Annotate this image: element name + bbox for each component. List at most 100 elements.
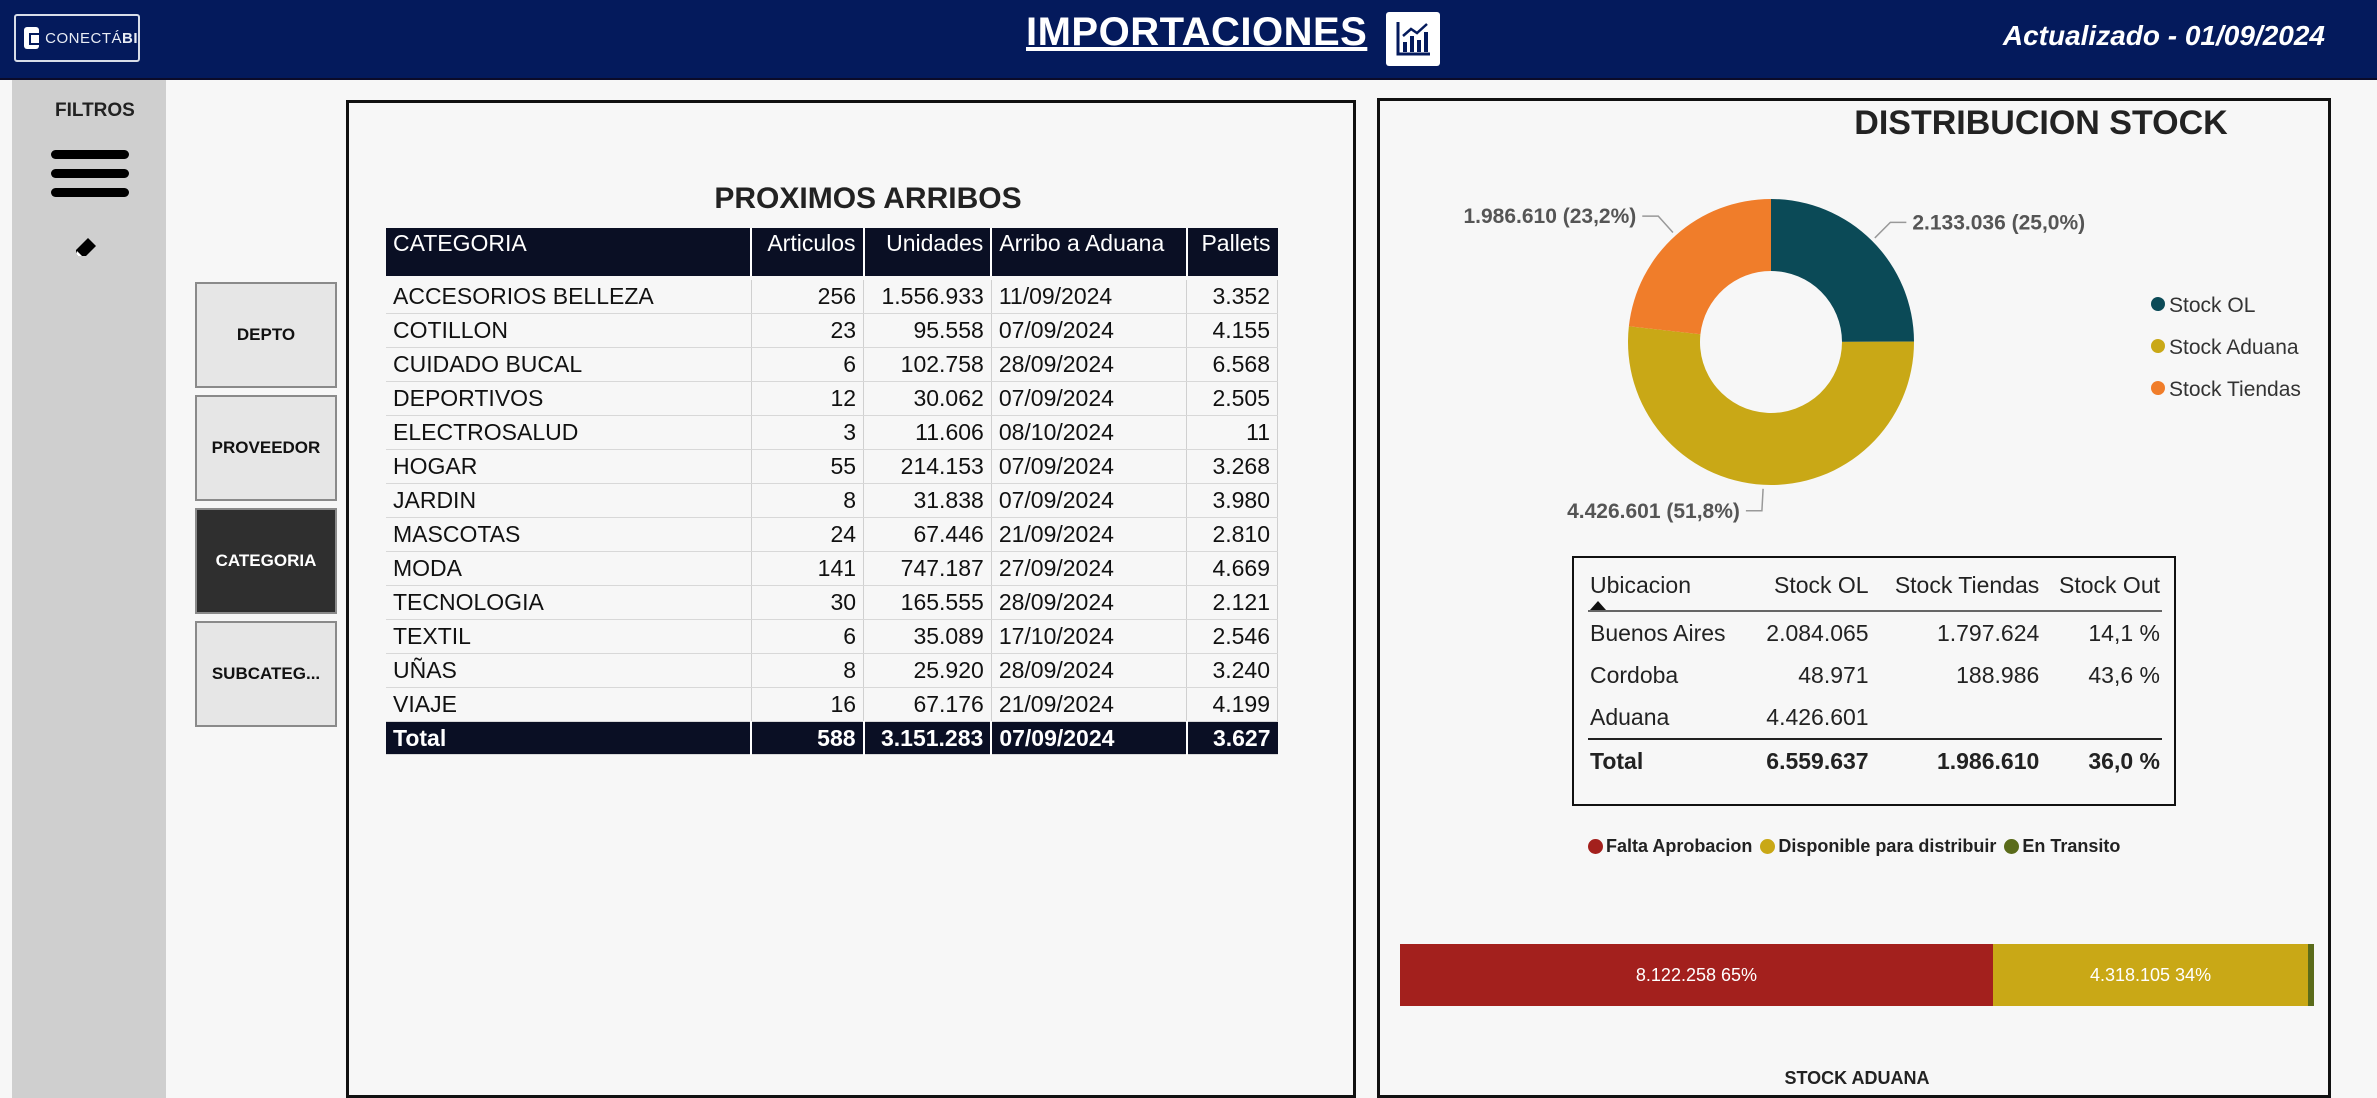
legend-item[interactable]: Falta Aprobacion: [1588, 836, 1752, 857]
cell-categoria: VIAJE: [386, 687, 752, 722]
table-row[interactable]: TEXTIL 6 35.089 17/10/2024 2.546: [386, 619, 1278, 654]
total-pallets: 3.627: [1186, 721, 1278, 755]
donut-slice-stock-aduana[interactable]: [1628, 326, 1914, 486]
cell-arribo: 07/09/2024: [991, 483, 1188, 518]
table-header-row: Ubicacion Stock OL Stock Tiendas Stock O…: [1588, 572, 2162, 612]
page-title: IMPORTACIONES: [1026, 10, 1368, 54]
chart-report-icon: [1386, 12, 1440, 66]
cell-categoria: JARDIN: [386, 483, 752, 518]
column-header-stock-tiendas[interactable]: Stock Tiendas: [1870, 572, 2042, 612]
cell-arribo: 07/09/2024: [991, 449, 1188, 484]
cell-stock-tiendas: [1871, 696, 2042, 739]
legend-swatch: [2151, 297, 2165, 311]
total-unidades: 3.151.283: [863, 721, 993, 755]
table-row[interactable]: COTILLON 23 95.558 07/09/2024 4.155: [386, 313, 1278, 348]
filter-button-categoria[interactable]: CATEGORIA: [195, 508, 337, 614]
bar-segment-en-transito[interactable]: [2308, 944, 2314, 1006]
cell-pallets: 2.121: [1186, 585, 1278, 620]
cell-unidades: 95.558: [863, 313, 992, 348]
logo-text: CONECTÁ: [45, 29, 122, 47]
column-header-categoria[interactable]: CATEGORIA: [386, 228, 752, 276]
cell-unidades: 30.062: [863, 381, 992, 416]
cell-ubicacion: Aduana: [1590, 703, 1670, 730]
column-header-unidades[interactable]: Unidades: [863, 228, 993, 276]
donut-data-label: 1.986.610 (23,2%): [1463, 205, 1636, 228]
table-row[interactable]: CUIDADO BUCAL 6 102.758 28/09/2024 6.568: [386, 347, 1278, 382]
table-row[interactable]: UÑAS 8 25.920 28/09/2024 3.240: [386, 653, 1278, 688]
cell-unidades: 25.920: [863, 653, 992, 688]
donut-leader-line: [1745, 488, 1764, 512]
legend-swatch: [2151, 381, 2165, 395]
cell-articulos: 23: [751, 313, 865, 348]
stock-donut-chart: 2.133.036 (25,0%) 4.426.601 (51,8%) 1.986.…: [1463, 199, 2301, 523]
filter-button-proveedor[interactable]: PROVEEDOR: [195, 395, 337, 501]
cell-arribo: 28/09/2024: [991, 347, 1188, 382]
cell-pallets: 2.546: [1186, 619, 1278, 654]
filter-button-depto[interactable]: DEPTO: [195, 282, 337, 388]
stock-aduana-legend: Falta Aprobacion Disponible para distribu…: [1588, 836, 2120, 857]
cell-articulos: 141: [751, 551, 865, 586]
column-header-stock-ol[interactable]: Stock OL: [1748, 572, 1871, 612]
table-row[interactable]: JARDIN 8 31.838 07/09/2024 3.980: [386, 483, 1278, 518]
table-row[interactable]: Aduana 4.426.601: [1588, 696, 2162, 739]
table-row[interactable]: Cordoba 48.971 188.986 43,6 %: [1588, 654, 2162, 696]
total-stock-tiendas: 1.986.610: [1870, 738, 2042, 782]
cell-stock-out: 14,1 %: [2088, 619, 2160, 646]
legend-swatch: [2151, 339, 2165, 353]
filters-label: FILTROS: [55, 100, 135, 121]
legend-item[interactable]: Stock Tiendas: [2169, 378, 2301, 401]
hamburger-menu-icon[interactable]: [51, 150, 129, 210]
arribos-title: PROXIMOS ARRIBOS: [714, 182, 1022, 215]
cell-articulos: 55: [751, 449, 865, 484]
legend-item[interactable]: En Transito: [2004, 836, 2120, 857]
bar-segment-falta-aprobacion[interactable]: 8.122.258 65%: [1400, 944, 1993, 1006]
cell-pallets: 3.268: [1186, 449, 1278, 484]
legend-label: Falta Aprobacion: [1606, 836, 1753, 856]
table-row[interactable]: DEPORTIVOS 12 30.062 07/09/2024 2.505: [386, 381, 1278, 416]
table-row[interactable]: MODA 141 747.187 27/09/2024 4.669: [386, 551, 1278, 586]
table-row[interactable]: Buenos Aires 2.084.065 1.797.624 14,1 %: [1588, 611, 2162, 654]
stock-aduana-caption: STOCK ADUANA: [1784, 1068, 1930, 1088]
eraser-icon[interactable]: [74, 236, 98, 260]
table-row[interactable]: VIAJE 16 67.176 21/09/2024 4.199: [386, 687, 1278, 722]
total-ubicacion: Total: [1588, 738, 1749, 782]
cell-categoria: DEPORTIVOS: [386, 381, 752, 416]
cell-arribo: 11/09/2024: [991, 280, 1188, 314]
column-header-stock-out[interactable]: Stock Out: [2041, 572, 2162, 612]
donut-data-label: 4.426.601 (51,8%): [1567, 500, 1740, 523]
cell-stock-out: [2041, 696, 2162, 739]
cell-categoria: UÑAS: [386, 653, 752, 688]
app-logo[interactable]: CONECTÁBI: [14, 14, 140, 62]
column-header-arribo[interactable]: Arribo a Aduana: [991, 228, 1188, 276]
cell-articulos: 12: [751, 381, 865, 416]
table-row[interactable]: ELECTROSALUD 3 11.606 08/10/2024 11: [386, 415, 1278, 450]
donut-slice-stock-ol[interactable]: [1771, 199, 1914, 342]
column-header-ubicacion[interactable]: Ubicacion: [1588, 572, 1749, 612]
legend-swatch: [2004, 839, 2020, 854]
bar-segment-disponible-para-distribuir[interactable]: 4.318.105 34%: [1992, 944, 2309, 1006]
cell-categoria: TECNOLOGIA: [386, 585, 752, 620]
legend-item[interactable]: Disponible para distribuir: [1760, 836, 1996, 857]
table-row[interactable]: MASCOTAS 24 67.446 21/09/2024 2.810: [386, 517, 1278, 552]
cell-ubicacion: Buenos Aires: [1590, 619, 1726, 646]
table-header-row: CATEGORIA Articulos Unidades Arribo a Ad…: [386, 228, 1278, 276]
cell-articulos: 6: [751, 619, 865, 654]
table-row[interactable]: TECNOLOGIA 30 165.555 28/09/2024 2.121: [386, 585, 1278, 620]
donut-data-label: 2.133.036 (25,0%): [1912, 211, 2085, 234]
column-header-pallets[interactable]: Pallets: [1186, 228, 1278, 276]
column-header-articulos[interactable]: Articulos: [751, 228, 865, 276]
cell-categoria: MODA: [386, 551, 752, 586]
cell-articulos: 24: [751, 517, 865, 552]
cell-categoria: TEXTIL: [386, 619, 752, 654]
table-row[interactable]: HOGAR 55 214.153 07/09/2024 3.268: [386, 449, 1278, 484]
table-row[interactable]: ACCESORIOS BELLEZA 256 1.556.933 11/09/2024…: [386, 280, 1278, 314]
filter-button-subcategoria[interactable]: SUBCATEG...: [195, 621, 337, 727]
cell-articulos: 8: [751, 483, 865, 518]
legend-item[interactable]: Stock Aduana: [2169, 336, 2299, 359]
cell-categoria: ELECTROSALUD: [386, 415, 752, 450]
legend-item[interactable]: Stock OL: [2169, 294, 2255, 317]
cell-articulos: 256: [751, 280, 865, 314]
donut-slice-stock-tiendas[interactable]: [1628, 199, 1771, 335]
cell-unidades: 11.606: [863, 415, 992, 450]
total-articulos: 588: [751, 721, 865, 755]
